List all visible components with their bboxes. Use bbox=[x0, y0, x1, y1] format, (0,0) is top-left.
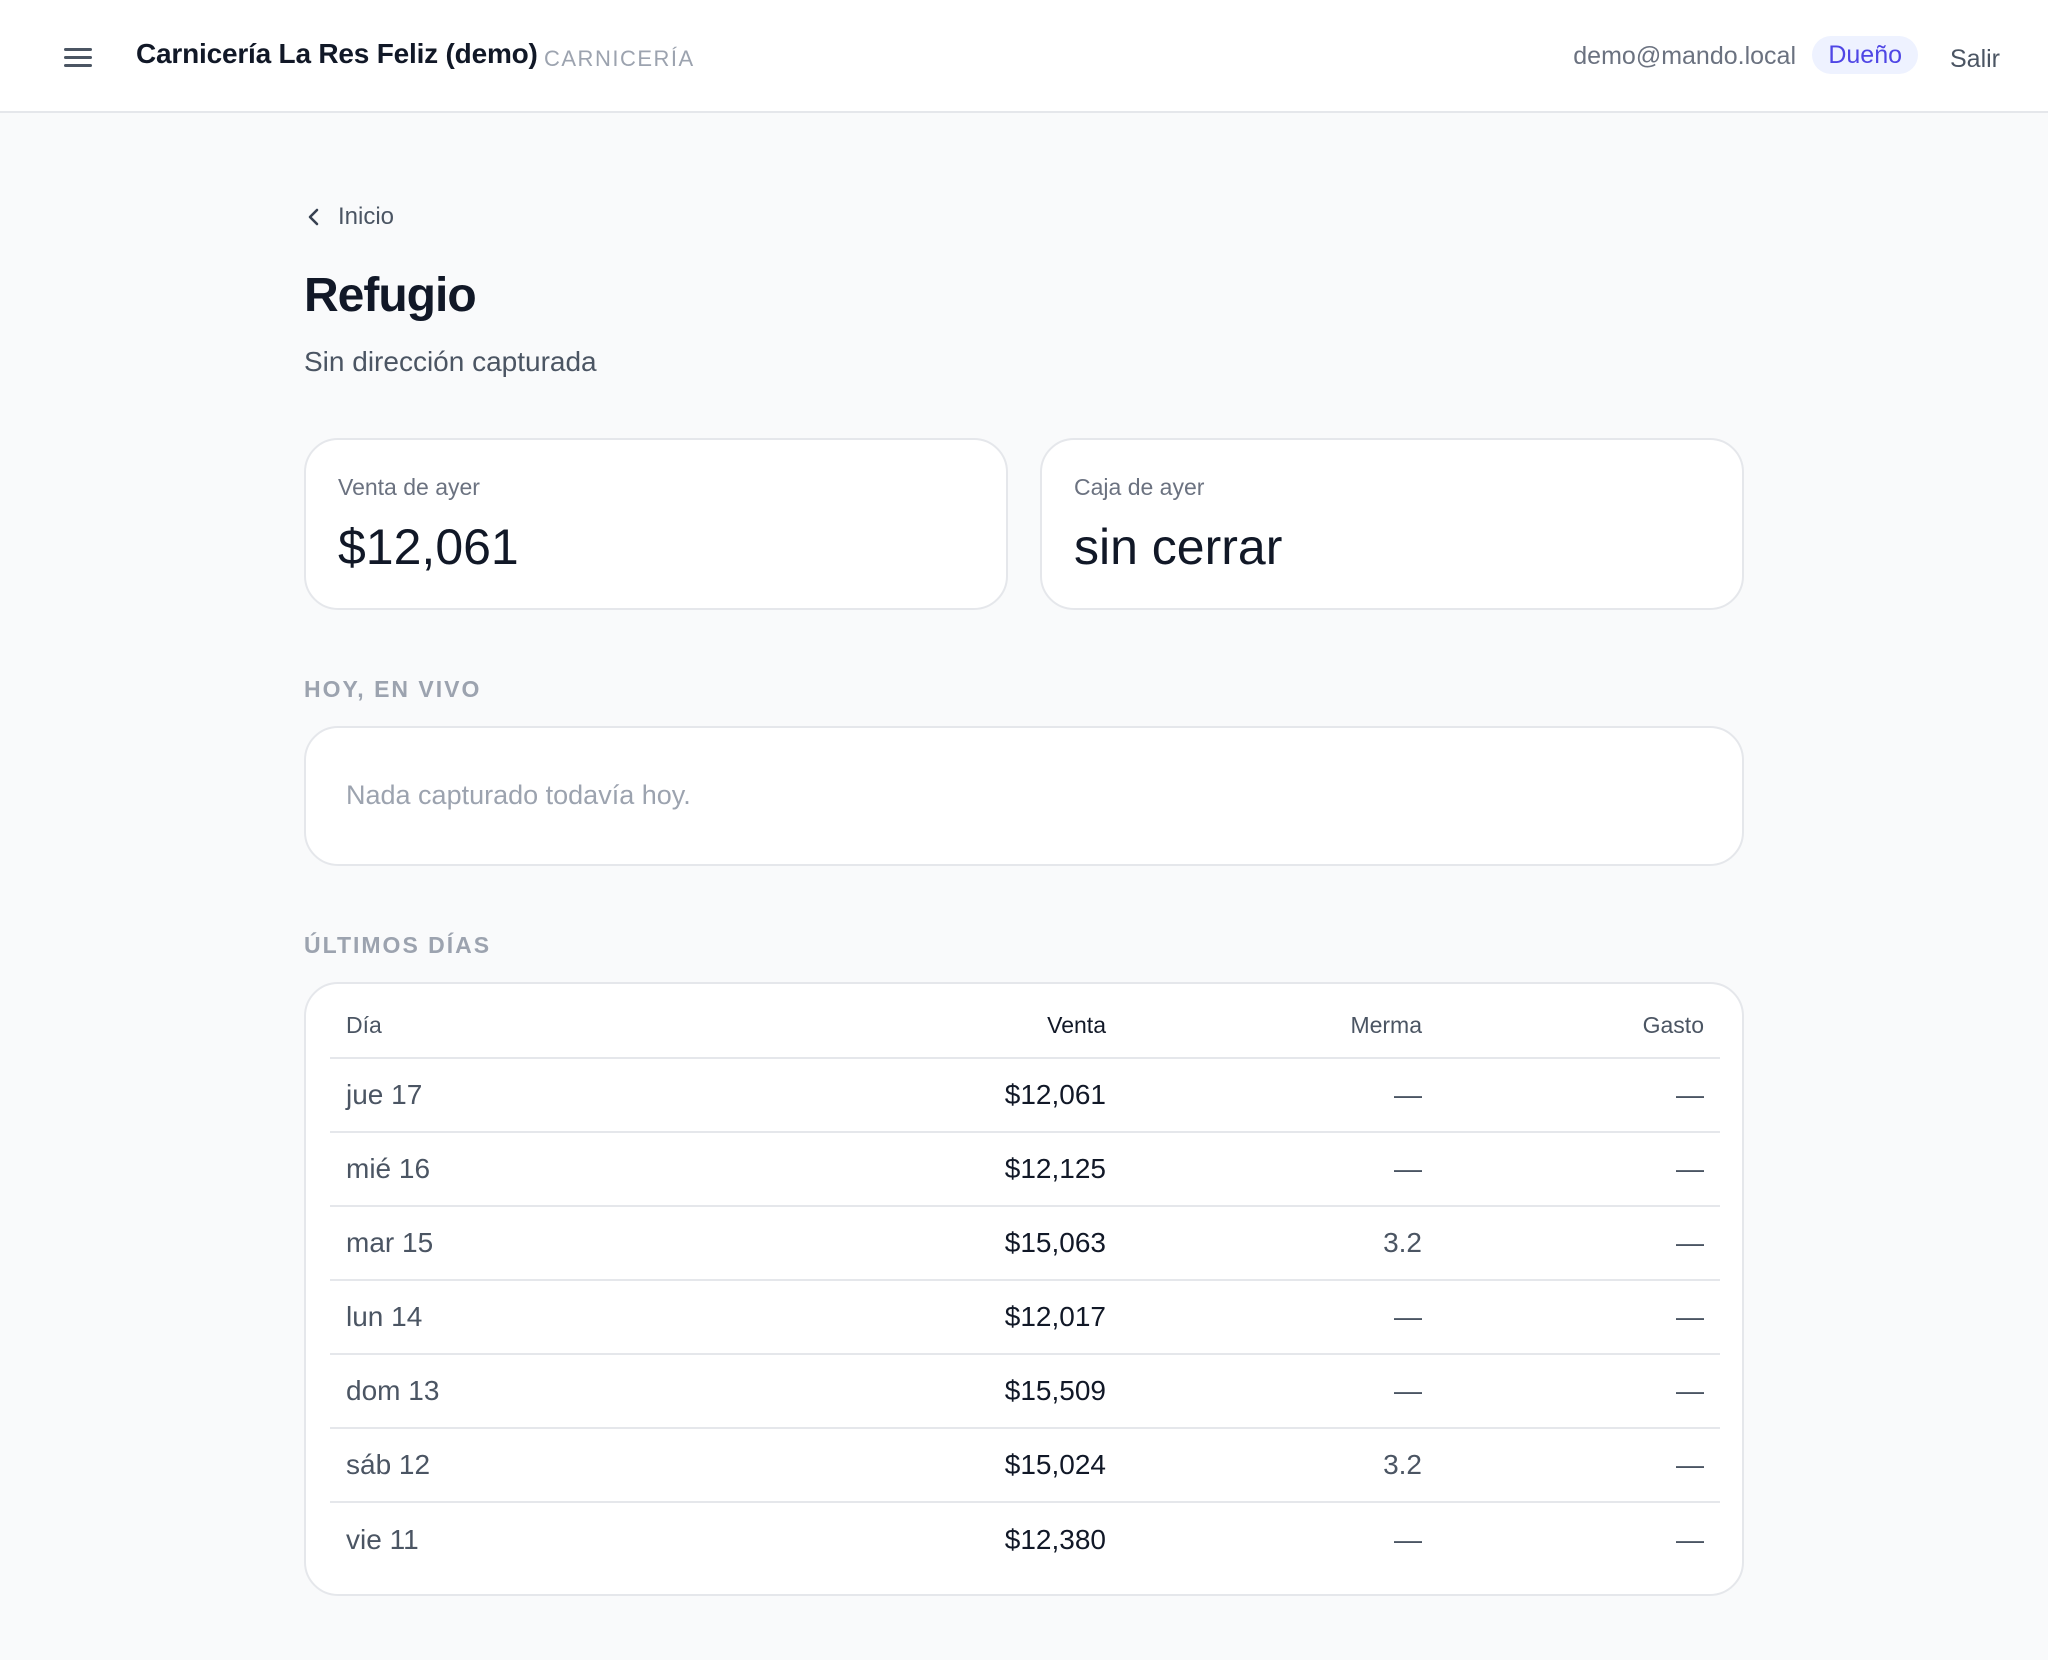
column-header-merma: Merma bbox=[1106, 1006, 1422, 1059]
cell-gasto: — bbox=[1422, 1206, 1720, 1281]
back-link[interactable]: Inicio bbox=[304, 202, 394, 232]
cell-merma: 3.2 bbox=[1106, 1206, 1422, 1281]
live-card: Nada capturado todavía hoy. bbox=[304, 726, 1744, 866]
cell-merma: — bbox=[1106, 1354, 1422, 1429]
cell-dia: lun 14 bbox=[330, 1280, 850, 1355]
user-email: demo@mando.local bbox=[1573, 42, 1796, 70]
live-section-label: HOY, EN VIVO bbox=[304, 676, 482, 702]
cell-venta: $12,061 bbox=[850, 1058, 1106, 1133]
cell-merma: 3.2 bbox=[1106, 1428, 1422, 1503]
column-header-dia: Día bbox=[330, 1006, 850, 1059]
recent-days-table: Día Venta Merma Gasto jue 17 $12,061 — —… bbox=[330, 1006, 1720, 1576]
cell-dia: sáb 12 bbox=[330, 1428, 850, 1503]
sales-yesterday-value: $12,061 bbox=[338, 519, 519, 575]
table-row: mié 16 $12,125 — — bbox=[330, 1132, 1720, 1207]
table-row: sáb 12 $15,024 3.2 — bbox=[330, 1428, 1720, 1503]
cell-gasto: — bbox=[1676, 1523, 1704, 1555]
cash-yesterday-value: sin cerrar bbox=[1074, 519, 1283, 575]
page-title: Refugio bbox=[304, 269, 477, 322]
cell-merma: — bbox=[1106, 1058, 1422, 1133]
sales-yesterday-card: Venta de ayer $12,061 bbox=[304, 438, 1008, 610]
page-subtitle: Sin dirección capturada bbox=[304, 346, 597, 377]
cell-merma: — bbox=[1394, 1523, 1422, 1555]
cell-dia: mié 16 bbox=[330, 1132, 850, 1207]
cell-venta: $15,063 bbox=[850, 1206, 1106, 1281]
table-row: vie 11 $12,380 — — bbox=[330, 1502, 1720, 1576]
table-header-row: Día Venta Merma Gasto bbox=[330, 1006, 1720, 1059]
cell-venta: $15,509 bbox=[850, 1354, 1106, 1429]
column-header-gasto: Gasto bbox=[1422, 1006, 1720, 1059]
cell-merma: — bbox=[1106, 1280, 1422, 1355]
chevron-left-icon bbox=[308, 208, 319, 226]
cell-gasto: — bbox=[1422, 1280, 1720, 1355]
cell-venta: $12,125 bbox=[850, 1132, 1106, 1207]
cell-dia: mar 15 bbox=[330, 1206, 850, 1281]
cell-venta: $15,024 bbox=[850, 1428, 1106, 1503]
cell-gasto: — bbox=[1422, 1354, 1720, 1429]
live-empty-text: Nada capturado todavía hoy. bbox=[346, 780, 691, 810]
cash-yesterday-card: Caja de ayer sin cerrar bbox=[1040, 438, 1744, 610]
table-row: jue 17 $12,061 — — bbox=[330, 1058, 1720, 1133]
column-header-venta: Venta bbox=[850, 1006, 1106, 1059]
sales-yesterday-label: Venta de ayer bbox=[338, 474, 480, 500]
table-row: lun 14 $12,017 — — bbox=[330, 1280, 1720, 1355]
recent-section-label: ÚLTIMOS DÍAS bbox=[304, 932, 492, 958]
cell-venta: $12,380 bbox=[1004, 1523, 1106, 1555]
cell-merma: — bbox=[1106, 1132, 1422, 1207]
business-name: Carnicería La Res Feliz (demo) bbox=[136, 38, 538, 69]
cell-gasto: — bbox=[1422, 1428, 1720, 1503]
cell-gasto: — bbox=[1422, 1132, 1720, 1207]
cash-yesterday-label: Caja de ayer bbox=[1074, 474, 1205, 500]
recent-days-card: Día Venta Merma Gasto jue 17 $12,061 — —… bbox=[304, 982, 1744, 1596]
cell-dia: dom 13 bbox=[330, 1354, 850, 1429]
cell-dia: jue 17 bbox=[330, 1058, 850, 1133]
business-type: CARNICERÍA bbox=[544, 46, 695, 71]
role-badge: Dueño bbox=[1812, 36, 1918, 74]
top-bar: Carnicería La Res Feliz (demo) CARNICERÍ… bbox=[0, 0, 2048, 113]
logout-button[interactable]: Salir bbox=[1950, 45, 2000, 74]
table-row: dom 13 $15,509 — — bbox=[330, 1354, 1720, 1429]
hamburger-menu-icon[interactable] bbox=[60, 40, 100, 74]
cell-venta: $12,017 bbox=[850, 1280, 1106, 1355]
cell-gasto: — bbox=[1422, 1058, 1720, 1133]
back-link-label: Inicio bbox=[338, 203, 395, 230]
cell-dia: vie 11 bbox=[346, 1523, 419, 1555]
table-row: mar 15 $15,063 3.2 — bbox=[330, 1206, 1720, 1281]
